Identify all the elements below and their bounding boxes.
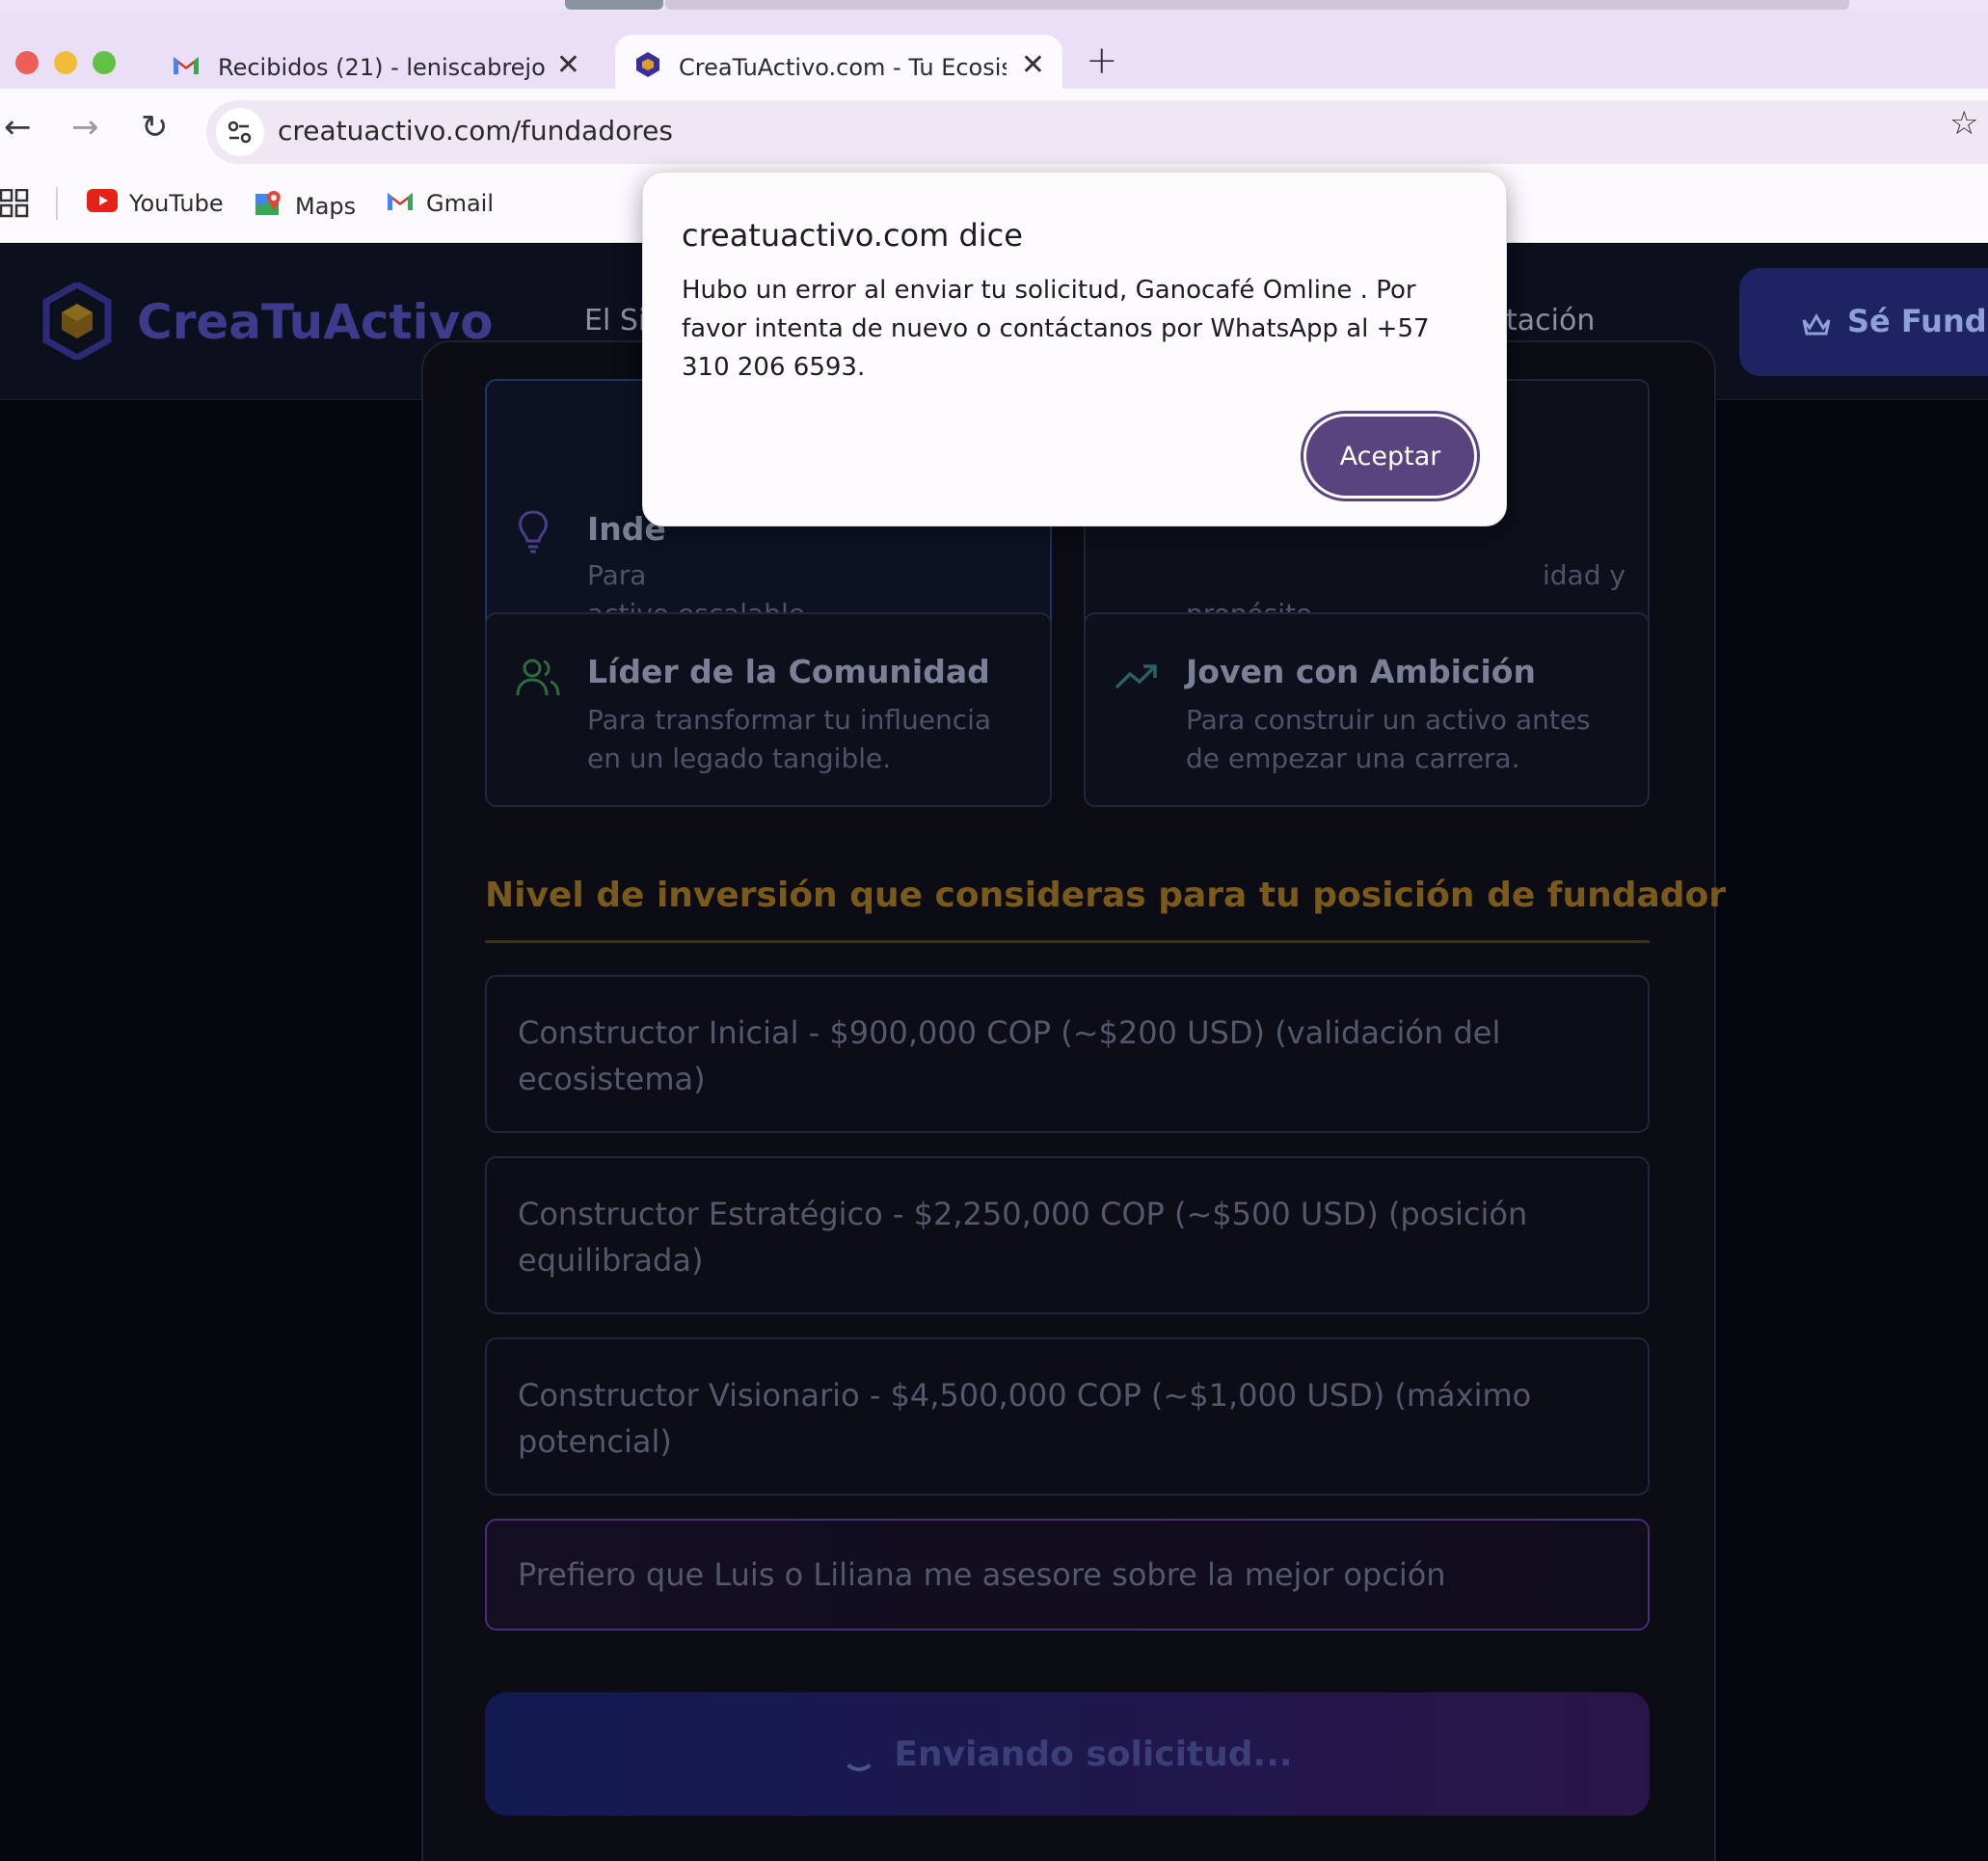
cta-label: Sé Funda: [1847, 303, 1988, 339]
gmail-icon: [386, 189, 415, 218]
bookmark-label: YouTube: [129, 190, 224, 217]
tab-title: Recibidos (21) - leniscabrejo@: [218, 54, 546, 81]
brand-logo-icon: [42, 280, 112, 364]
zoom-window-button[interactable]: [93, 51, 116, 74]
bookmark-maps[interactable]: Maps: [255, 189, 356, 224]
close-tab-icon[interactable]: ✕: [1021, 48, 1045, 82]
submit-label: Enviando solicitud...: [894, 1734, 1293, 1774]
bookmark-star-icon[interactable]: ☆: [1949, 104, 1978, 143]
section-divider: [485, 940, 1650, 943]
url-text[interactable]: creatuactivo.com/fundadores: [278, 115, 673, 147]
window-top-edge: [0, 0, 1988, 12]
site-settings-icon[interactable]: [216, 108, 264, 156]
dialog-title: creatuactivo.com dice: [682, 217, 1023, 254]
browser-toolbar: ← → ↻ creatuactivo.com/fundadores ☆: [0, 89, 1988, 170]
back-icon[interactable]: ←: [4, 108, 32, 147]
apps-grid-icon[interactable]: [0, 189, 29, 218]
minimize-window-button[interactable]: [54, 51, 77, 74]
tab-strip-preview: [665, 0, 1849, 10]
profile-card-desc: Para transformar tu influencia en un leg…: [587, 704, 992, 774]
nav-link-sistema[interactable]: El Si: [584, 304, 646, 337]
new-tab-button[interactable]: +: [1086, 39, 1118, 83]
submit-button[interactable]: Enviando solicitud...: [485, 1692, 1650, 1816]
alert-dialog: creatuactivo.com dice Hubo un error al e…: [642, 172, 1507, 526]
bookmarks-divider: [56, 187, 58, 220]
investment-section-title: Nivel de inversión que consideras para t…: [485, 876, 1727, 915]
lightbulb-icon: [516, 508, 551, 558]
site-favicon-icon: [634, 51, 661, 84]
investment-option-asesoria[interactable]: Prefiero que Luis o Liliana me asesore s…: [485, 1519, 1650, 1631]
nav-link-presentacion[interactable]: tación: [1506, 304, 1595, 337]
maps-icon: [255, 189, 283, 224]
bookmark-gmail[interactable]: Gmail: [386, 189, 494, 218]
close-tab-icon[interactable]: ✕: [556, 48, 580, 82]
youtube-icon: [87, 189, 118, 218]
investment-option-estrategico[interactable]: Constructor Estratégico - $2,250,000 COP…: [485, 1156, 1650, 1314]
bookmark-youtube[interactable]: YouTube: [87, 189, 224, 218]
profile-card-desc: Para construir un activo antes de empeza…: [1186, 704, 1591, 774]
investment-option-inicial[interactable]: Constructor Inicial - $900,000 COP (~$20…: [485, 975, 1650, 1133]
founder-cta-button[interactable]: Sé Funda: [1739, 268, 1988, 376]
tab-strip-preview: [565, 0, 663, 10]
accept-button[interactable]: Aceptar: [1303, 414, 1477, 499]
dialog-message: Hubo un error al enviar tu solicitud, Ga…: [682, 276, 1430, 382]
profile-card-title: Líder de la Comunidad: [587, 653, 990, 690]
profile-card-desc: idad y: [1543, 559, 1625, 591]
profile-card-joven-ambicion[interactable]: Joven con Ambición Para construir un act…: [1084, 612, 1650, 807]
tab-title: CreaTuActivo.com - Tu Ecosis: [679, 54, 1007, 81]
profile-card-desc: Para: [587, 559, 647, 591]
reload-icon[interactable]: ↻: [141, 108, 169, 147]
bookmark-label: Maps: [295, 193, 357, 220]
trending-up-icon: [1115, 662, 1159, 695]
loading-spinner-icon: [842, 1737, 877, 1771]
profile-card-title: Joven con Ambición: [1186, 653, 1536, 690]
gmail-icon: [172, 53, 201, 82]
bookmark-label: Gmail: [426, 190, 495, 217]
close-window-button[interactable]: [15, 51, 39, 74]
address-bar[interactable]: creatuactivo.com/fundadores: [206, 100, 1988, 164]
forward-icon[interactable]: →: [71, 108, 99, 147]
tab-strip: Recibidos (21) - leniscabrejo@ ✕ CreaTuA…: [0, 12, 1988, 100]
investment-option-visionario[interactable]: Constructor Visionario - $4,500,000 COP …: [485, 1337, 1650, 1496]
profile-card-lider-comunidad[interactable]: Líder de la Comunidad Para transformar t…: [485, 612, 1052, 807]
users-icon: [516, 657, 560, 703]
crown-icon: [1801, 309, 1832, 345]
